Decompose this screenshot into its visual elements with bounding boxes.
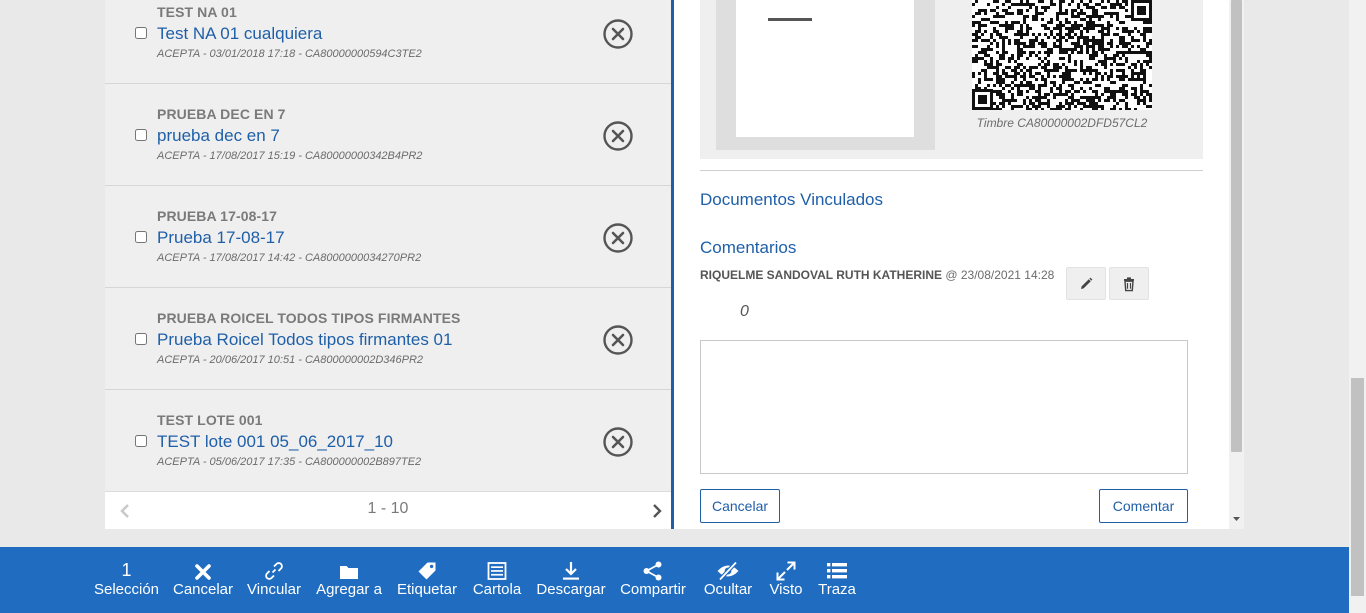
item-checkbox[interactable] [135, 435, 147, 447]
scroll-down-arrow-icon[interactable] [1229, 512, 1244, 526]
document-thumbnail[interactable] [736, 0, 914, 137]
comments-title: Comentarios [700, 238, 797, 257]
item-checkbox[interactable] [135, 333, 147, 345]
x-icon [195, 564, 211, 580]
comment-author: RIQUELME SANDOVAL RUTH KATHERINE @ 23/08… [700, 268, 1054, 282]
remove-icon[interactable] [603, 325, 633, 355]
tool-label: Descargar [536, 581, 606, 598]
item-category: TEST NA 01 [157, 4, 237, 20]
download-icon [563, 562, 579, 580]
selection-button[interactable]: 1 Selección [93, 547, 160, 613]
item-meta: ACEPTA - 05/06/2017 17:35 - CA800000002B… [157, 456, 422, 468]
tool-label: Vincular [247, 581, 301, 598]
action-toolbar: 1 Selección Cancelar Vincular Agregar a … [0, 547, 1349, 613]
comment-body: 0 [740, 303, 749, 320]
document-thumbnail-frame [716, 0, 935, 150]
delete-comment-button[interactable] [1109, 267, 1149, 300]
cancel-tool-button[interactable]: Cancelar [172, 547, 234, 613]
share-tool-button[interactable]: Compartir [618, 547, 688, 613]
item-category: PRUEBA 17-08-17 [157, 208, 278, 224]
remove-icon[interactable] [603, 121, 633, 151]
qr-code-image [972, 0, 1152, 110]
tool-label: Visto [769, 581, 803, 598]
item-meta: ACEPTA - 03/01/2018 17:18 - CA8000000059… [157, 48, 422, 60]
link-tool-button[interactable]: Vincular [245, 547, 303, 613]
list-item[interactable]: PRUEBA 17-08-17 Prueba 17-08-17 ACEPTA -… [105, 186, 671, 288]
item-meta: ACEPTA - 20/06/2017 10:51 - CA800000002D… [157, 354, 424, 366]
cancel-button[interactable]: Cancelar [700, 489, 780, 523]
item-checkbox[interactable] [135, 129, 147, 141]
document-text-line [768, 18, 812, 21]
chevron-right-icon[interactable] [647, 501, 667, 521]
comment-submit-button[interactable]: Comentar [1099, 489, 1188, 523]
folder-icon [340, 566, 358, 579]
tool-label: Etiquetar [396, 581, 458, 598]
detail-scrollbar[interactable] [1229, 0, 1244, 529]
list-item[interactable]: TEST NA 01 Test NA 01 cualquiera ACEPTA … [105, 0, 671, 84]
link-icon [265, 562, 283, 580]
list-icon [827, 563, 847, 579]
remove-icon[interactable] [603, 223, 633, 253]
list-item[interactable]: TEST LOTE 001 TEST lote 001 05_06_2017_1… [105, 390, 671, 492]
selection-count: 1 [121, 560, 132, 580]
item-category: TEST LOTE 001 [157, 412, 263, 428]
tool-label: Traza [818, 581, 856, 598]
item-title[interactable]: Prueba 17-08-17 [157, 228, 285, 248]
pencil-icon [1081, 277, 1093, 289]
tag-tool-button[interactable]: Etiquetar [395, 547, 459, 613]
statement-tool-button[interactable]: Cartola [470, 547, 524, 613]
comment-textarea[interactable] [700, 340, 1188, 474]
item-checkbox[interactable] [135, 27, 147, 39]
seen-tool-button[interactable]: Visto [766, 547, 806, 613]
page-scrollbar[interactable] [1349, 0, 1366, 613]
hide-tool-button[interactable]: Ocultar [700, 547, 756, 613]
list-alt-icon [487, 562, 507, 580]
list-item[interactable]: PRUEBA DEC EN 7 prueba dec en 7 ACEPTA -… [105, 84, 671, 186]
remove-icon[interactable] [603, 19, 633, 49]
document-preview: Timbre CA80000002DFD57CL2 [700, 0, 1203, 159]
expand-icon [776, 561, 796, 581]
item-checkbox[interactable] [135, 231, 147, 243]
tool-label: Ocultar [703, 581, 753, 598]
comment-author-name: RIQUELME SANDOVAL RUTH KATHERINE [700, 268, 943, 282]
tool-label: Agregar a [316, 581, 382, 598]
detail-panel: Timbre CA80000002DFD57CL2 Documentos Vin… [674, 0, 1244, 529]
share-icon [643, 561, 662, 581]
item-title[interactable]: Prueba Roicel Todos tipos firmantes 01 [157, 330, 452, 350]
trash-icon [1124, 276, 1134, 291]
page-scrollbar-thumb[interactable] [1351, 378, 1364, 596]
comment-date: @ 23/08/2021 14:28 [945, 268, 1055, 282]
tool-label: Selección [93, 581, 160, 598]
item-meta: ACEPTA - 17/08/2017 15:19 - CA8000000034… [157, 150, 423, 162]
remove-icon[interactable] [603, 427, 633, 457]
linked-documents-title[interactable]: Documentos Vinculados [700, 190, 883, 210]
trace-tool-button[interactable]: Traza [815, 547, 859, 613]
eye-slash-icon [717, 561, 739, 581]
item-category: PRUEBA DEC EN 7 [157, 106, 286, 122]
app: TEST NA 01 Test NA 01 cualquiera ACEPTA … [0, 0, 1366, 613]
item-title[interactable]: Test NA 01 cualquiera [157, 24, 322, 44]
item-meta: ACEPTA - 17/08/2017 14:42 - CA8000000034… [157, 252, 422, 264]
timbre-label: Timbre CA80000002DFD57CL2 [976, 116, 1148, 130]
tool-label: Cartola [472, 581, 522, 598]
tag-icon [418, 562, 436, 580]
separator [700, 170, 1203, 171]
item-title[interactable]: TEST lote 001 05_06_2017_10 [157, 432, 393, 452]
pager-label: 1 - 10 [367, 500, 409, 517]
tool-label: Compartir [620, 581, 686, 598]
item-title[interactable]: prueba dec en 7 [157, 126, 280, 146]
edit-comment-button[interactable] [1066, 267, 1106, 300]
tool-label: Cancelar [172, 581, 234, 598]
item-category: PRUEBA ROICEL TODOS TIPOS FIRMANTES [157, 310, 461, 326]
list-item[interactable]: PRUEBA ROICEL TODOS TIPOS FIRMANTES Prue… [105, 288, 671, 390]
detail-scrollbar-thumb[interactable] [1231, 0, 1242, 452]
pager: 1 - 10 [105, 491, 671, 529]
add-to-tool-button[interactable]: Agregar a [315, 547, 383, 613]
download-tool-button[interactable]: Descargar [535, 547, 607, 613]
document-list: TEST NA 01 Test NA 01 cualquiera ACEPTA … [105, 0, 671, 529]
